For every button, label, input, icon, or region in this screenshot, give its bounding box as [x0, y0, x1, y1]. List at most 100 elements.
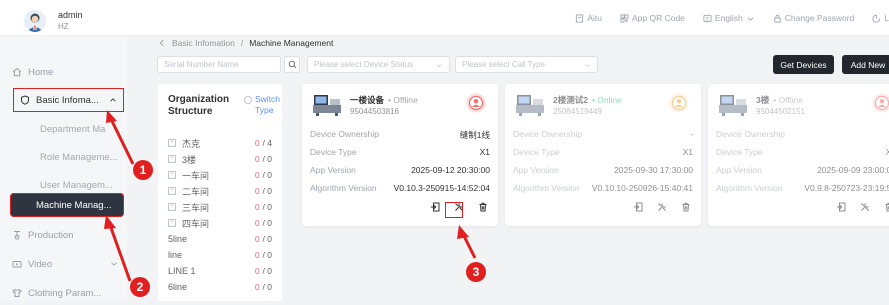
org-tree-row[interactable]: +四车间0/ 0 [168, 216, 272, 230]
chevron-down-icon [110, 260, 118, 268]
device-field-label: Algorithm Version [513, 183, 580, 195]
annotation-marker-1: 1 [133, 160, 153, 180]
device-field-label: App Version [716, 165, 762, 177]
online-count: 0 [255, 154, 260, 164]
device-field-label: Device Ownership [513, 129, 582, 141]
highlight-box [445, 202, 463, 218]
sidebar-item-label: Machine Manag... [36, 200, 112, 211]
device-field-row: Algorithm VersionV0.10.3-250915-14:52:04 [310, 183, 490, 195]
org-tree-row[interactable]: 5line0/ 0 [168, 232, 272, 246]
lock-icon [773, 14, 782, 23]
delete-device-button[interactable] [478, 202, 488, 212]
sidebar-item-clothing-params[interactable]: Clothing Param... [12, 281, 124, 305]
device-field-label: App Version [513, 165, 559, 177]
enter-icon [633, 202, 643, 212]
delete-device-button[interactable] [681, 202, 691, 212]
device-field-value: 2025-09-09 23:00:00 [817, 165, 889, 177]
user-avatar [24, 10, 46, 32]
device-card[interactable]: 一楼设备• Offline95044503816Device Ownership… [302, 84, 498, 226]
sidebar-item-label: Department Ma [40, 124, 105, 135]
sidebar-item-video[interactable]: Video [12, 252, 124, 276]
org-node-count: 0/ 4 [255, 138, 272, 148]
org-node-name: 6line [168, 282, 187, 292]
annotation-marker-2: 2 [130, 277, 150, 297]
org-node-name: 杰克 [182, 137, 200, 150]
add-new-button[interactable]: Add New [842, 55, 889, 74]
device-field-row: Device Ownership- [716, 129, 889, 141]
device-card[interactable]: 2楼测试2• Online25064519449Device Ownership… [505, 84, 701, 226]
user-org: HZ [58, 22, 69, 31]
qrcode-icon [620, 14, 629, 23]
login-device-button[interactable] [836, 202, 846, 212]
call-type-select[interactable]: Please select Call Type [455, 56, 598, 73]
back-chevron-icon[interactable] [158, 39, 166, 47]
maintenance-button[interactable] [860, 202, 870, 212]
serial-search-input[interactable]: Serial Number Name [157, 56, 281, 73]
total-count: / 4 [263, 138, 272, 148]
header-link-qrcode[interactable]: App QR Code [620, 11, 685, 25]
maintenance-button[interactable] [657, 202, 667, 212]
sidebar-item-production[interactable]: Production [12, 223, 124, 247]
breadcrumb-current: Machine Management [249, 38, 333, 48]
svg-text:文: 文 [705, 15, 710, 22]
search-icon [288, 60, 297, 69]
sidebar-item-machine-management[interactable]: Machine Manag... [10, 193, 124, 217]
header-link-aitu[interactable]: Aitu [575, 11, 602, 25]
device-name: 一楼设备 [350, 95, 384, 105]
login-device-button[interactable] [633, 202, 643, 212]
top-header: admin HZ Aitu App QR Code 文 English Chan… [0, 0, 889, 36]
breadcrumb-parent[interactable]: Basic Infomation [172, 38, 235, 48]
breadcrumb-separator: / [241, 38, 243, 48]
login-device-button[interactable] [430, 202, 440, 212]
org-node-name: 二车间 [182, 185, 209, 198]
get-devices-button[interactable]: Get Devices [773, 55, 834, 74]
sidebar-item-home[interactable]: Home [12, 60, 124, 84]
user-block[interactable]: admin HZ [24, 8, 144, 38]
org-tree-row[interactable]: +3楼0/ 0 [168, 152, 272, 166]
sidebar-item-role[interactable]: Role Manageme... [40, 145, 124, 169]
expand-plus-icon[interactable]: + [168, 155, 176, 163]
logout-icon [872, 14, 881, 23]
device-card[interactable]: 3楼• Offline95044502151Device Ownership-D… [708, 84, 889, 226]
machine-thumbnail-icon [717, 91, 749, 117]
expand-plus-icon[interactable]: + [168, 187, 176, 195]
sidebar-item-department[interactable]: Department Ma [40, 117, 124, 141]
sidebar-item-basic-information[interactable]: Basic Infoma... [13, 88, 124, 112]
org-tree-row[interactable]: +二车间0/ 0 [168, 184, 272, 198]
expand-plus-icon[interactable]: + [168, 203, 176, 211]
total-count: / 0 [263, 154, 272, 164]
org-tree-row[interactable]: +一车间0/ 0 [168, 168, 272, 182]
online-count: 0 [255, 282, 260, 292]
device-field-value: - [690, 129, 693, 141]
organization-panel: Organization Structure Switch Type +杰克0/… [158, 84, 282, 301]
header-link-label: Aitu [587, 13, 602, 23]
org-tree-row[interactable]: 6line0/ 0 [168, 280, 272, 294]
call-alert-icon [872, 93, 889, 113]
search-button[interactable] [284, 56, 300, 73]
expand-plus-icon[interactable]: + [168, 139, 176, 147]
org-tree-row[interactable]: + 杰克 0/ 4 [168, 136, 272, 150]
device-field-row: Algorithm VersionV0.9.8-250723-23:19:58 [716, 183, 889, 195]
device-status-select[interactable]: Please select Device Status [307, 56, 450, 73]
org-tree-row[interactable]: +三车间0/ 0 [168, 200, 272, 214]
delete-device-button[interactable] [884, 202, 889, 212]
expand-plus-icon[interactable]: + [168, 219, 176, 227]
org-tree-row[interactable]: LINE 10/ 0 [168, 264, 272, 278]
sidebar-item-label: Clothing Param... [28, 288, 101, 299]
header-link-logout[interactable]: L [872, 11, 889, 25]
online-count: 0 [255, 186, 260, 196]
switch-type-toggle[interactable]: Switch Type [244, 94, 281, 116]
org-node-count: 0/ 0 [255, 154, 272, 164]
expand-plus-icon[interactable]: + [168, 171, 176, 179]
org-node-count: 0/ 0 [255, 170, 272, 180]
device-field-value: V0.9.8-250723-23:19:58 [804, 183, 889, 195]
wrench-screwdriver-icon [657, 202, 667, 212]
org-tree-row[interactable]: line0/ 0 [168, 248, 272, 262]
shirt-icon [12, 288, 22, 298]
device-field-row: App Version 2025-09-30 17:30:00 [513, 165, 693, 177]
device-field-value: 2025-09-30 17:30:00 [614, 165, 693, 177]
header-link-change-password[interactable]: Change Password [773, 11, 854, 25]
org-node-name: 四车间 [182, 217, 209, 230]
switch-radio-icon [244, 96, 252, 104]
header-link-language[interactable]: 文 English [703, 11, 755, 25]
